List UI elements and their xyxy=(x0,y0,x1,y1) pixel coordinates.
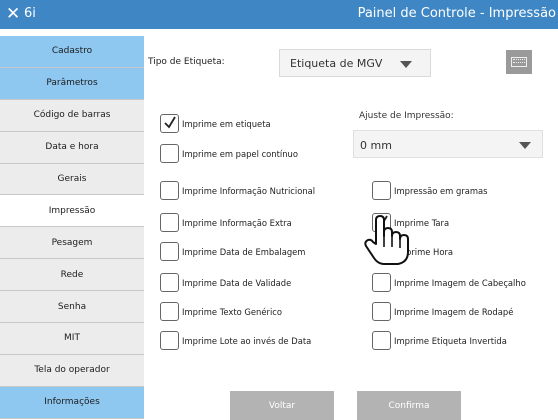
sidebar-item-parametros[interactable]: Parâmetros xyxy=(0,67,144,100)
ajuste-impressao-select[interactable]: 0 mm xyxy=(353,130,543,158)
checkbox-papel-continuo[interactable]: Imprime em papel contínuo xyxy=(160,144,298,163)
checkbox-box[interactable] xyxy=(160,273,179,292)
checkbox-etiqueta-invertida[interactable]: Imprime Etiqueta Invertida xyxy=(372,331,507,350)
sidebar-item-codigo-de-barras[interactable]: Código de barras xyxy=(0,99,144,132)
chevron-down-icon xyxy=(519,142,531,149)
tipo-etiqueta-select[interactable]: Etiqueta de MGV xyxy=(279,49,431,77)
sidebar-item-mit[interactable]: MIT xyxy=(0,323,144,355)
checkbox-imagem-rodape[interactable]: Imprime Imagem de Rodapé xyxy=(372,302,513,321)
hand-cursor-icon xyxy=(364,215,409,265)
checkbox-label: Imprime Data de Validade xyxy=(182,277,292,288)
voltar-button[interactable]: Voltar xyxy=(230,391,334,420)
sidebar-item-data-e-hora[interactable]: Data e hora xyxy=(0,131,144,164)
checkbox-label: Imprime em etiqueta xyxy=(182,118,271,129)
checkbox-label: Imprime Informação Extra xyxy=(182,217,292,228)
chevron-down-icon xyxy=(400,61,412,68)
label-tipo-etiqueta: Tipo de Etiqueta: xyxy=(148,57,225,67)
close-icon[interactable]: ✕ xyxy=(6,4,20,24)
sidebar-item-rede[interactable]: Rede xyxy=(0,259,144,292)
settings-panel: Tipo de Etiqueta: Etiqueta de MGV Ajuste… xyxy=(144,29,558,420)
checkbox-label: Imprime Imagem de Rodapé xyxy=(394,306,514,317)
checkbox-box[interactable] xyxy=(372,302,391,321)
checkbox-info-extra[interactable]: Imprime Informação Extra xyxy=(160,213,292,232)
sidebar-item-senha[interactable]: Senha xyxy=(0,291,144,324)
tipo-etiqueta-value: Etiqueta de MGV xyxy=(290,57,383,70)
checkbox-imprime-etiqueta[interactable]: Imprime em etiqueta xyxy=(160,114,271,133)
checkbox-box[interactable] xyxy=(160,144,179,163)
checkbox-label: Imprime Data de Embalagem xyxy=(182,246,306,257)
checkbox-box[interactable] xyxy=(160,331,179,350)
checkbox-box[interactable] xyxy=(372,273,391,292)
ajuste-impressao-value: 0 mm xyxy=(360,139,392,152)
checkbox-label: Imprime Texto Genérico xyxy=(182,306,283,317)
title-bar: ✕ 6i Painel de Controle - Impressão xyxy=(0,0,558,29)
checkbox-box[interactable] xyxy=(160,213,179,232)
checkbox-box[interactable] xyxy=(160,242,179,261)
keyboard-icon xyxy=(511,57,527,67)
sidebar-item-tela-do-operador[interactable]: Tela do operador xyxy=(0,354,144,387)
label-ajuste-impressao: Ajuste de Impressão: xyxy=(359,111,454,121)
checkbox-box[interactable] xyxy=(160,114,179,133)
sidebar: Cadastro Parâmetros Código de barras Dat… xyxy=(0,36,144,419)
checkbox-box[interactable] xyxy=(160,302,179,321)
confirma-button[interactable]: Confirma xyxy=(357,391,461,420)
checkbox-impressao-gramas[interactable]: Impressão em gramas xyxy=(372,181,488,200)
checkbox-info-nutricional[interactable]: Imprime Informação Nutricional xyxy=(160,181,315,200)
checkbox-lote-data[interactable]: Imprime Lote ao invés de Data xyxy=(160,331,311,350)
checkbox-label: prime Hora xyxy=(406,246,454,257)
checkbox-label: Imprime Imagem de Cabeçalho xyxy=(394,277,526,288)
checkbox-box[interactable] xyxy=(372,331,391,350)
checkbox-data-embalagem[interactable]: Imprime Data de Embalagem xyxy=(160,242,305,261)
checkbox-imagem-cabecalho[interactable]: Imprime Imagem de Cabeçalho xyxy=(372,273,526,292)
checkbox-label: Imprime Lote ao invés de Data xyxy=(182,335,312,346)
sidebar-item-gerais[interactable]: Gerais xyxy=(0,163,144,196)
checkmark-icon xyxy=(164,116,176,129)
checkbox-label: Imprime Informação Nutricional xyxy=(182,185,316,196)
checkbox-box[interactable] xyxy=(160,181,179,200)
checkbox-texto-generico[interactable]: Imprime Texto Genérico xyxy=(160,302,282,321)
sidebar-item-informacoes[interactable]: Informações xyxy=(0,386,144,419)
checkbox-data-validade[interactable]: Imprime Data de Validade xyxy=(160,273,291,292)
sidebar-item-cadastro[interactable]: Cadastro xyxy=(0,36,144,68)
checkbox-box[interactable] xyxy=(372,181,391,200)
sidebar-item-impressao[interactable]: Impressão xyxy=(0,195,144,228)
app-name: 6i xyxy=(24,6,36,21)
checkbox-label: Impressão em gramas xyxy=(394,185,488,196)
checkbox-label: Imprime Etiqueta Invertida xyxy=(394,335,507,346)
checkbox-label: Imprime em papel contínuo xyxy=(182,148,298,159)
sidebar-item-pesagem[interactable]: Pesagem xyxy=(0,227,144,260)
window-title: Painel de Controle - Impressão xyxy=(357,6,556,21)
keyboard-button[interactable] xyxy=(506,50,532,74)
